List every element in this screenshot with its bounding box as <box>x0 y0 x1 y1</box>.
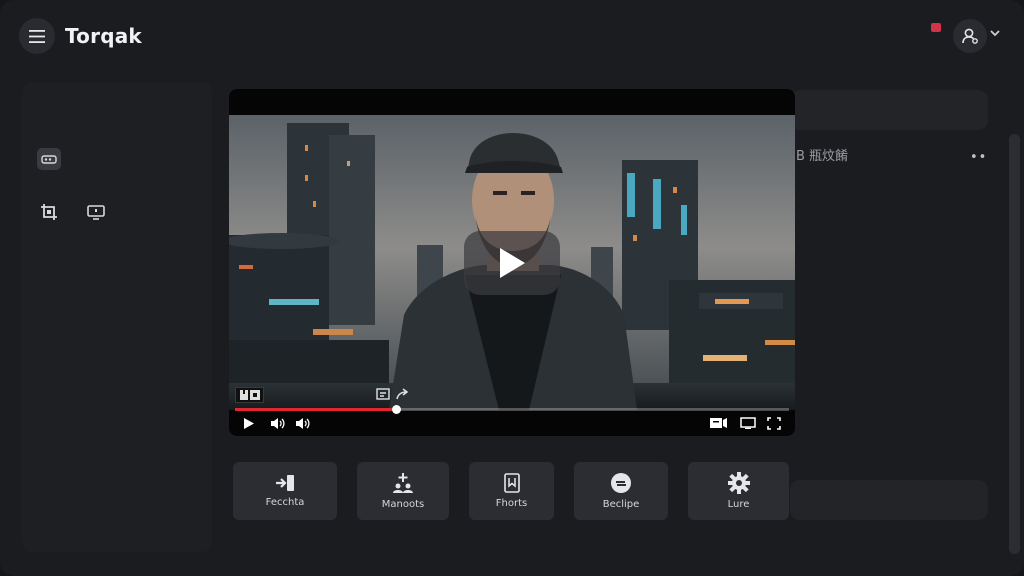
play-icon <box>500 248 525 278</box>
captions-icon <box>710 418 727 428</box>
video-player[interactable] <box>229 89 795 436</box>
action-button-beclipe[interactable]: Beclipe <box>574 462 668 520</box>
action-button-fecchta[interactable]: Fecchta <box>233 462 337 520</box>
volume-control-secondary[interactable] <box>295 417 310 430</box>
volume-icon <box>296 418 310 429</box>
notification-flag-icon[interactable] <box>931 23 941 32</box>
action-label: Manoots <box>381 499 425 510</box>
play-button[interactable] <box>464 231 560 295</box>
gear-icon <box>727 472 750 494</box>
circle-icon <box>611 473 631 493</box>
more-options-icon[interactable]: •• <box>970 150 987 165</box>
sidebar-item-screen[interactable] <box>85 202 107 222</box>
player-controls <box>229 413 795 436</box>
left-sidebar <box>22 82 212 552</box>
captions-control[interactable] <box>710 417 728 429</box>
action-button-manoots[interactable]: Manoots <box>357 462 449 520</box>
play-control[interactable] <box>243 417 255 430</box>
overlay-icons <box>376 388 410 400</box>
quality-badge[interactable] <box>235 387 264 403</box>
enter-icon <box>276 475 294 491</box>
share-icon[interactable] <box>396 388 410 400</box>
add-people-icon <box>393 473 413 493</box>
sidebar-item-crop[interactable] <box>38 201 60 223</box>
action-label: Fhorts <box>495 498 528 509</box>
volume-icon <box>271 418 285 429</box>
menu-button[interactable] <box>19 18 55 54</box>
user-icon <box>962 28 978 44</box>
fullscreen-control[interactable] <box>767 417 781 430</box>
scrollbar[interactable] <box>1009 134 1020 554</box>
subtitles-icon[interactable] <box>376 388 390 400</box>
screen-icon <box>87 204 105 220</box>
miniplayer-control[interactable] <box>740 417 756 429</box>
crop-icon <box>41 204 57 220</box>
action-button-lure[interactable]: Lure <box>688 462 789 520</box>
app-title: Torqak <box>65 24 142 48</box>
hd-icon <box>239 390 260 400</box>
action-label: Lure <box>727 499 750 510</box>
sidebar-item-library[interactable] <box>37 148 61 170</box>
panel-input[interactable] <box>790 480 988 520</box>
library-icon <box>41 155 57 164</box>
progress-played <box>235 408 396 411</box>
miniplayer-icon <box>740 417 756 429</box>
hamburger-menu-icon <box>29 29 45 43</box>
progress-bar[interactable] <box>235 405 789 414</box>
fullscreen-icon <box>767 417 781 430</box>
chevron-down-icon[interactable] <box>990 30 1000 37</box>
action-button-fhorts[interactable]: Fhorts <box>469 462 554 520</box>
panel-heading: B 瓶炆餚 <box>796 149 849 164</box>
play-icon <box>244 418 254 429</box>
bookmark-icon <box>503 473 520 493</box>
avatar-button[interactable] <box>953 19 987 53</box>
action-label: Fecchta <box>265 497 305 508</box>
search-bar[interactable] <box>790 90 988 130</box>
volume-control[interactable] <box>270 417 285 430</box>
app-window: Torqak B 瓶炆餚 •• Fecchta Manoots Fhorts B… <box>0 0 1024 576</box>
action-label: Beclipe <box>602 499 640 510</box>
right-panel: B 瓶炆餚 •• <box>790 82 1024 554</box>
